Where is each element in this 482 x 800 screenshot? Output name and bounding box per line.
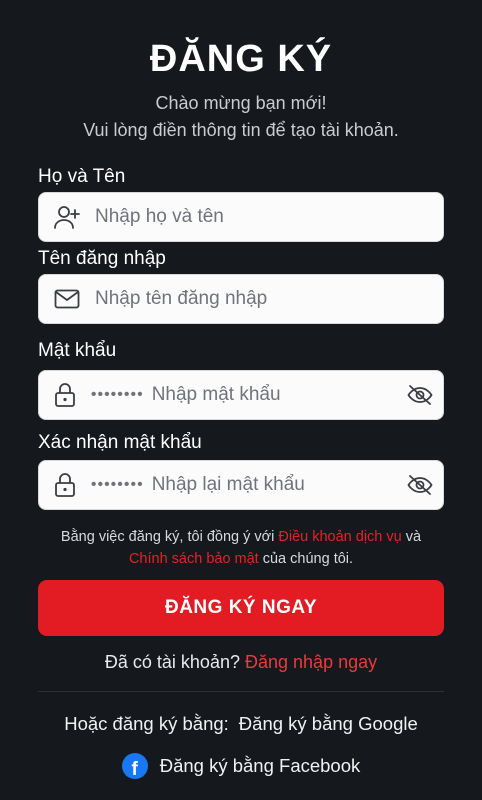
privacy-policy-link[interactable]: Chính sách bảo mật — [129, 551, 259, 567]
eye-off-icon[interactable] — [397, 384, 443, 406]
confirm-password-mask: •••••••• — [90, 476, 144, 493]
divider — [38, 691, 444, 692]
login-prompt: Đã có tài khoản? — [104, 652, 240, 672]
password-label: Mật khẩu — [38, 340, 117, 361]
facebook-icon: f — [121, 753, 148, 779]
confirm-password-input[interactable] — [151, 461, 397, 509]
facebook-signup-link[interactable]: Đăng ký bằng Facebook — [160, 755, 361, 777]
google-signup-link[interactable]: Đăng ký bằng Google — [239, 713, 418, 734]
eye-off-icon[interactable] — [397, 474, 443, 496]
social-row: Hoặc đăng ký bằng: Đăng ký bằng Google — [0, 713, 482, 735]
terms-of-service-link[interactable]: Điều khoản dịch vụ — [278, 529, 401, 545]
social-prefix: Hoặc đăng ký bằng: — [64, 713, 229, 734]
register-button[interactable]: ĐĂNG KÝ NGAY — [38, 580, 444, 636]
terms-suffix: của chúng tôi. — [258, 551, 354, 567]
fullname-label: Họ và Tên — [38, 166, 126, 187]
password-field: •••••••• — [38, 370, 444, 420]
terms-notice: Bằng việc đăng ký, tôi đồng ý với Điều k… — [40, 526, 442, 570]
lock-icon — [39, 472, 91, 498]
username-field — [38, 274, 444, 324]
facebook-signup-row[interactable]: f Đăng ký bằng Facebook — [0, 753, 482, 779]
fullname-field — [38, 192, 444, 242]
confirm-password-label: Xác nhận mật khẩu — [38, 432, 202, 453]
password-input[interactable] — [151, 371, 397, 419]
fullname-input[interactable] — [95, 193, 443, 241]
welcome-text: Chào mừng bạn mới! — [155, 93, 327, 113]
terms-prefix: Bằng việc đăng ký, tôi đồng ý với — [60, 529, 279, 545]
username-label: Tên đăng nhập — [38, 248, 166, 269]
user-add-icon — [39, 204, 95, 230]
confirm-password-field: •••••••• — [38, 460, 444, 510]
instruction-text: Vui lòng điền thông tin để tạo tài khoản… — [83, 120, 399, 140]
envelope-icon — [39, 289, 95, 309]
terms-middle: và — [401, 529, 422, 545]
login-prompt-row: Đã có tài khoản? Đăng nhập ngay — [0, 652, 482, 673]
username-input[interactable] — [95, 275, 443, 323]
login-link[interactable]: Đăng nhập ngay — [245, 652, 377, 672]
lock-icon — [39, 382, 91, 408]
page-title: ĐĂNG KÝ — [149, 38, 333, 80]
password-mask: •••••••• — [90, 386, 144, 403]
